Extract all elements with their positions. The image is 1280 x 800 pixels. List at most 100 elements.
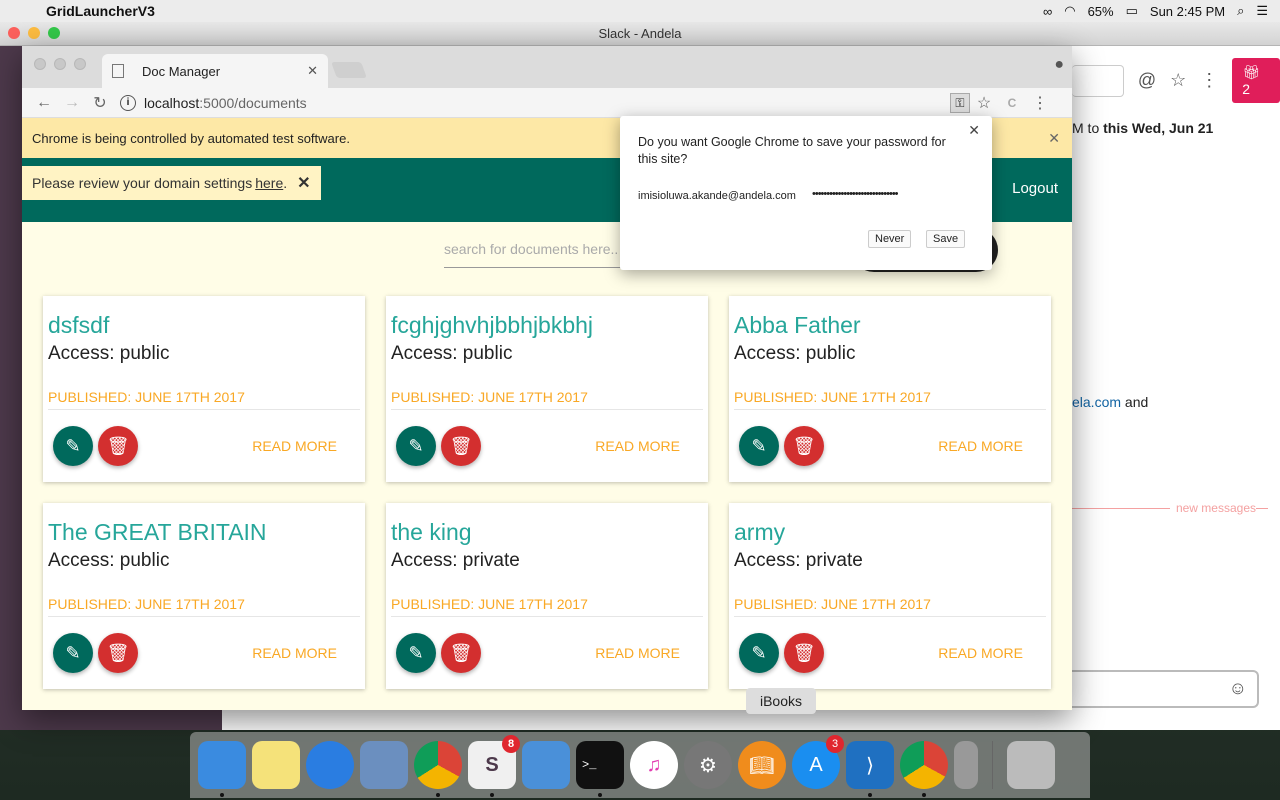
extension-icon[interactable]: C — [998, 96, 1026, 110]
minimize-window-button[interactable] — [28, 27, 40, 39]
keynote-icon[interactable] — [522, 741, 570, 789]
slack-message-input[interactable]: ☺ — [1072, 670, 1259, 708]
star-icon[interactable]: ☆ — [1170, 70, 1186, 91]
more-menu-icon[interactable]: ⋮ — [1200, 70, 1218, 91]
back-icon[interactable]: ← — [30, 94, 58, 112]
slack-icon[interactable]: S8 — [468, 735, 520, 797]
chrome-tabbar: Doc Manager ✕ ● — [22, 46, 1072, 88]
read-more-link[interactable]: READ MORE — [252, 645, 337, 661]
itunes-icon[interactable]: ♫ — [630, 741, 678, 789]
zoom-window-button[interactable] — [74, 58, 86, 70]
logout-link[interactable]: Logout — [1012, 180, 1058, 197]
close-infobar-icon[interactable]: ✕ — [1048, 130, 1060, 147]
delete-button[interactable]: 🗑︎ — [441, 633, 481, 673]
info-icon[interactable]: i — [120, 94, 136, 111]
document-card: Abba Father Access: public PUBLISHED: JU… — [729, 296, 1051, 482]
document-title[interactable]: dsfsdf — [48, 312, 360, 339]
battery-percent[interactable]: 65% — [1088, 4, 1114, 19]
document-title[interactable]: The GREAT BRITAIN — [48, 519, 360, 546]
message-text: M to — [1072, 120, 1100, 136]
profile-icon[interactable]: ● — [1054, 56, 1064, 74]
edit-button[interactable]: ✎ — [739, 633, 779, 673]
zoom-window-button[interactable] — [48, 27, 60, 39]
read-more-link[interactable]: READ MORE — [252, 438, 337, 454]
read-more-link[interactable]: READ MORE — [595, 645, 680, 661]
delete-button[interactable]: 🗑︎ — [784, 426, 824, 466]
pencil-icon: ✎ — [751, 642, 767, 663]
slack-badge: 8 — [502, 735, 520, 753]
notification-center-icon[interactable]: ☰ — [1256, 3, 1268, 19]
never-button[interactable]: Never — [868, 230, 912, 248]
minimize-window-button[interactable] — [54, 58, 66, 70]
terminal-icon[interactable]: >_ — [576, 741, 624, 797]
close-tab-icon[interactable]: ✕ — [307, 63, 318, 79]
active-app-name[interactable]: GridLauncherV3 — [46, 3, 155, 19]
link-icon[interactable]: ∞ — [1043, 4, 1052, 19]
edit-button[interactable]: ✎ — [53, 633, 93, 673]
trash-icon: 🗑︎ — [106, 642, 130, 663]
chrome-canary-icon[interactable] — [900, 741, 948, 797]
system-preferences-icon[interactable]: ⚙ — [684, 741, 732, 789]
emoji-icon[interactable]: ☺ — [1229, 678, 1247, 699]
close-popup-icon[interactable]: ✕ — [968, 122, 980, 139]
mail-icon[interactable] — [360, 741, 408, 789]
read-more-link[interactable]: READ MORE — [938, 438, 1023, 454]
chrome-icon[interactable] — [414, 741, 462, 797]
document-published: PUBLISHED: JUNE 17TH 2017 — [734, 596, 1046, 617]
clock[interactable]: Sun 2:45 PM — [1150, 4, 1225, 19]
read-more-link[interactable]: READ MORE — [595, 438, 680, 454]
battery-icon[interactable]: ▭ — [1126, 3, 1138, 19]
delete-button[interactable]: 🗑︎ — [98, 633, 138, 673]
finder-icon[interactable] — [198, 741, 246, 797]
edit-button[interactable]: ✎ — [739, 426, 779, 466]
java-icon[interactable] — [954, 741, 978, 789]
document-title[interactable]: the king — [391, 519, 703, 546]
delete-button[interactable]: 🗑︎ — [784, 633, 824, 673]
running-indicator — [868, 793, 872, 797]
chrome-menu-icon[interactable]: ⋮ — [1026, 93, 1054, 113]
delete-button[interactable]: 🗑︎ — [98, 426, 138, 466]
address-bar[interactable]: i localhost:5000/documents ⚿ — [120, 91, 970, 115]
edit-button[interactable]: ✎ — [396, 426, 436, 466]
save-button[interactable]: Save — [926, 230, 966, 248]
key-icon[interactable]: ⚿ — [950, 92, 970, 113]
document-published: PUBLISHED: JUNE 17TH 2017 — [391, 389, 703, 410]
running-indicator — [220, 793, 224, 797]
tab-doc-manager[interactable]: Doc Manager ✕ — [102, 54, 328, 88]
bookmark-star-icon[interactable]: ☆ — [970, 93, 998, 113]
ibooks-icon[interactable]: 📖︎ — [738, 741, 786, 789]
notes-icon[interactable] — [252, 741, 300, 789]
domain-settings-link[interactable]: here — [255, 175, 283, 191]
wifi-icon[interactable]: ◠ — [1064, 3, 1075, 19]
document-title[interactable]: fcghjghvhjbbhjbkbhj — [391, 312, 703, 339]
pencil-icon: ✎ — [408, 435, 424, 456]
edit-button[interactable]: ✎ — [53, 426, 93, 466]
safari-icon[interactable] — [306, 741, 354, 789]
trash-icon[interactable] — [1007, 741, 1055, 789]
saved-username: imisioluwa.akande@andela.com — [638, 190, 796, 202]
mentions-icon[interactable]: @ — [1138, 70, 1156, 91]
document-title[interactable]: Abba Father — [734, 312, 1046, 339]
reload-icon[interactable]: ↻ — [86, 93, 114, 113]
running-indicator — [436, 793, 440, 797]
new-tab-button[interactable] — [331, 62, 367, 78]
forward-icon[interactable]: → — [58, 94, 86, 112]
delete-button[interactable]: 🗑︎ — [441, 426, 481, 466]
app-store-icon[interactable]: A3 — [792, 735, 844, 789]
chrome-window-controls — [34, 58, 86, 70]
close-notice-icon[interactable]: ✕ — [297, 173, 310, 193]
close-window-button[interactable] — [34, 58, 46, 70]
document-card: the king Access: private PUBLISHED: JUNE… — [386, 503, 708, 689]
read-more-link[interactable]: READ MORE — [938, 645, 1023, 661]
edit-button[interactable]: ✎ — [396, 633, 436, 673]
close-window-button[interactable] — [8, 27, 20, 39]
document-title[interactable]: army — [734, 519, 1046, 546]
new-messages-label: new messages — [1169, 501, 1256, 515]
spotlight-search-icon[interactable]: ⌕ — [1237, 3, 1244, 19]
slack-search-input[interactable] — [1072, 64, 1124, 97]
message-link[interactable]: ela.com — [1072, 394, 1121, 410]
vscode-icon[interactable]: ⟩ — [846, 741, 894, 797]
save-password-question: Do you want Google Chrome to save your p… — [638, 135, 946, 166]
gift-badge[interactable]: 🎁︎ 2 — [1232, 58, 1280, 103]
domain-settings-notice: Please review your domain settings here.… — [22, 166, 321, 200]
